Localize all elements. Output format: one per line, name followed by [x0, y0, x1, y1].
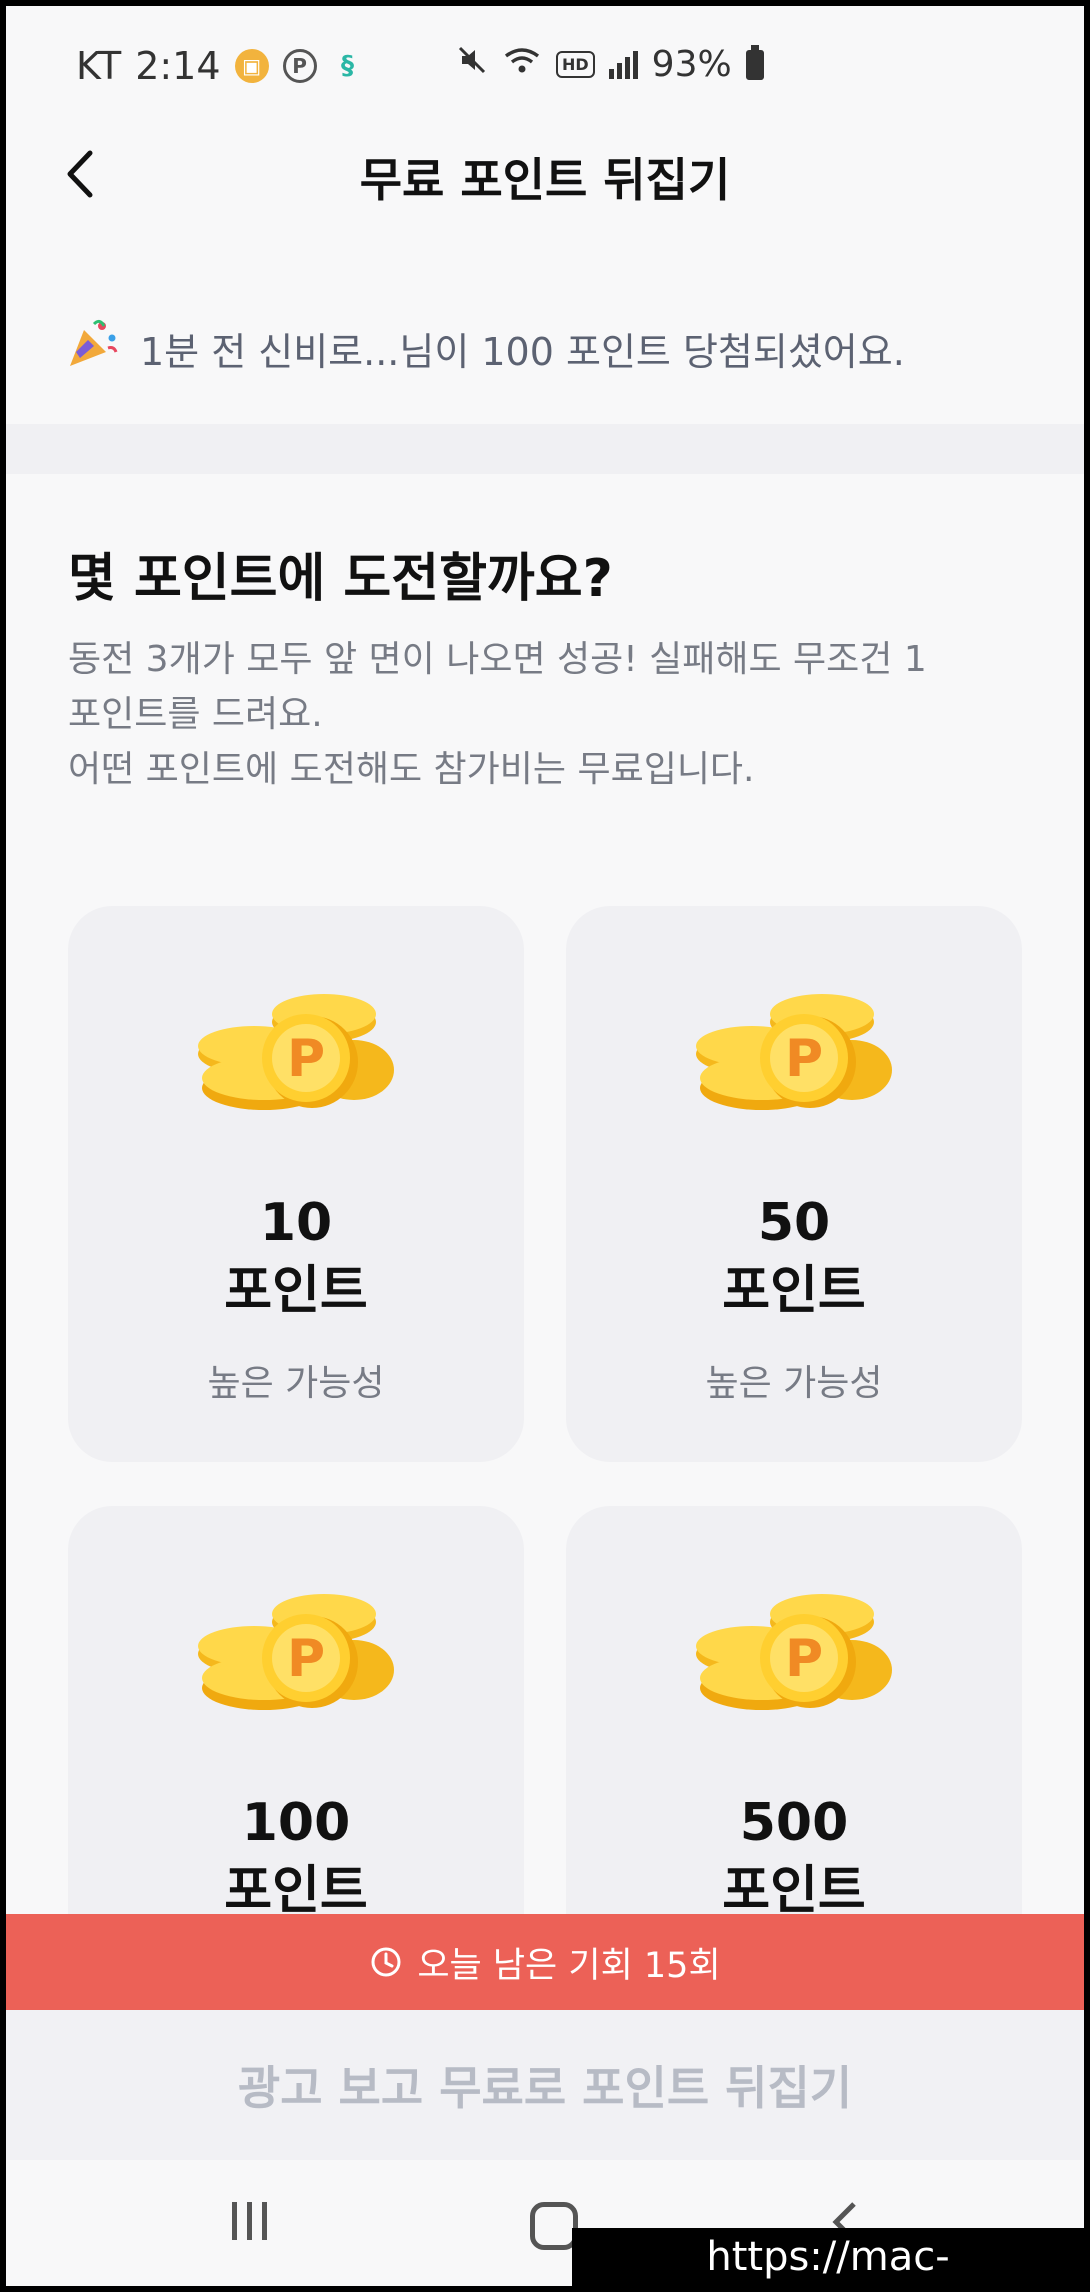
winner-message: 1분 전 신비로...님이 100 포인트 당첨되셨어요. — [140, 329, 905, 374]
coin-stack-icon: P — [696, 1594, 892, 1710]
footprint-icon: § — [341, 51, 355, 81]
carrier-label: KT — [76, 44, 122, 88]
card-odds: 높은 가능성 — [705, 1363, 883, 1404]
coin-stack-icon: P — [696, 994, 892, 1110]
remaining-chances-text: 오늘 남은 기회 15회 — [417, 1945, 721, 1986]
card-points: 100 — [241, 1793, 351, 1853]
battery-percent: 93% — [651, 44, 732, 85]
point-card-50[interactable]: P 50 포인트 높은 가능성 — [566, 906, 1022, 1462]
remaining-chances-banner: 오늘 남은 기회 15회 — [6, 1914, 1084, 2010]
home-button[interactable] — [530, 2202, 578, 2250]
card-points: 10 — [259, 1193, 333, 1253]
description-line: 포인트를 드려요. — [68, 694, 323, 735]
watermark-url: https://mac-os.tistory.com — [572, 2228, 1084, 2286]
svg-text:P: P — [785, 1629, 823, 1689]
p-badge-icon: P — [282, 49, 317, 83]
wifi-icon — [502, 44, 542, 85]
card-points-unit: 포인트 — [224, 1261, 368, 1321]
card-points: 500 — [739, 1793, 849, 1853]
battery-icon — [745, 44, 764, 80]
card-odds: 높은 가능성 — [207, 1363, 385, 1404]
coin-stack-icon: P — [198, 1594, 394, 1710]
watch-ad-flip-button[interactable]: 광고 보고 무료로 포인트 뒤집기 — [6, 2010, 1084, 2160]
winner-ticker: 1분 전 신비로...님이 100 포인트 당첨되셨어요. — [6, 268, 1084, 428]
recent-apps-button[interactable] — [232, 2202, 267, 2240]
party-popper-icon — [66, 316, 122, 381]
card-points-unit: 포인트 — [722, 1261, 866, 1321]
description-line: 어떤 포인트에 도전해도 참가비는 무료입니다. — [68, 749, 755, 790]
status-right: HD 93% — [456, 44, 764, 85]
hd-icon: HD — [556, 51, 595, 78]
app-header: 무료 포인트 뒤집기 — [6, 114, 1084, 240]
description-line: 동전 3개가 모두 앞 면이 나오면 성공! 실패해도 무조건 1 — [68, 639, 927, 680]
coin-stack-icon: P — [198, 994, 394, 1110]
mute-icon — [456, 44, 488, 85]
svg-text:P: P — [785, 1029, 823, 1089]
section-title: 몇 포인트에 도전할까요? — [68, 549, 613, 609]
phone-screen: KT 2:14 ▣ P § HD 93% 무료 포인트 뒤집기 1분 전 신비로… — [6, 6, 1084, 2286]
clock-icon — [371, 1947, 401, 1977]
card-points: 50 — [757, 1193, 831, 1253]
point-card-10[interactable]: P 10 포인트 높은 가능성 — [68, 906, 524, 1462]
svg-text:P: P — [287, 1629, 325, 1689]
svg-text:P: P — [287, 1029, 325, 1089]
notification-coin-icon: ▣ — [234, 49, 269, 83]
page-title: 무료 포인트 뒤집기 — [359, 153, 731, 207]
status-bar: KT 2:14 ▣ P § HD 93% — [6, 6, 1084, 114]
clock-time: 2:14 — [135, 44, 221, 88]
section-description: 동전 3개가 모두 앞 면이 나오면 성공! 실패해도 무조건 1 포인트를 드… — [68, 632, 1028, 797]
status-left: KT 2:14 ▣ P § — [76, 44, 365, 88]
signal-icon — [608, 50, 638, 79]
section-divider — [6, 424, 1084, 474]
